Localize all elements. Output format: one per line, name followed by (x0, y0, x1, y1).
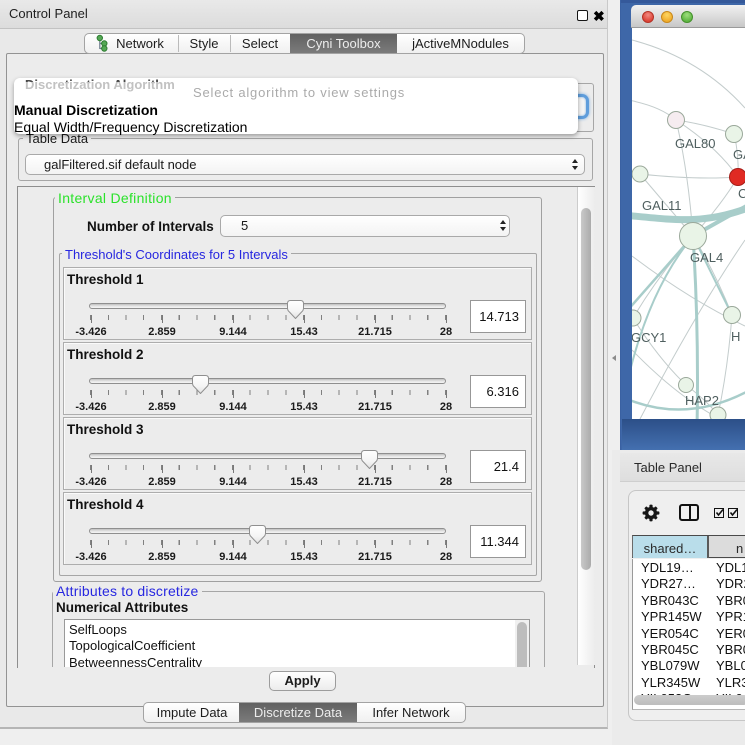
svg-text:GAL11: GAL11 (642, 198, 682, 213)
svg-text:GAL80: GAL80 (675, 136, 715, 151)
svg-text:H: H (731, 329, 740, 344)
svg-text:C: C (738, 186, 745, 201)
svg-text:GA: GA (733, 147, 745, 162)
svg-text:HAP2: HAP2 (685, 393, 719, 408)
svg-text:GAL4: GAL4 (690, 250, 723, 265)
svg-text:GCY1: GCY1 (632, 330, 666, 345)
